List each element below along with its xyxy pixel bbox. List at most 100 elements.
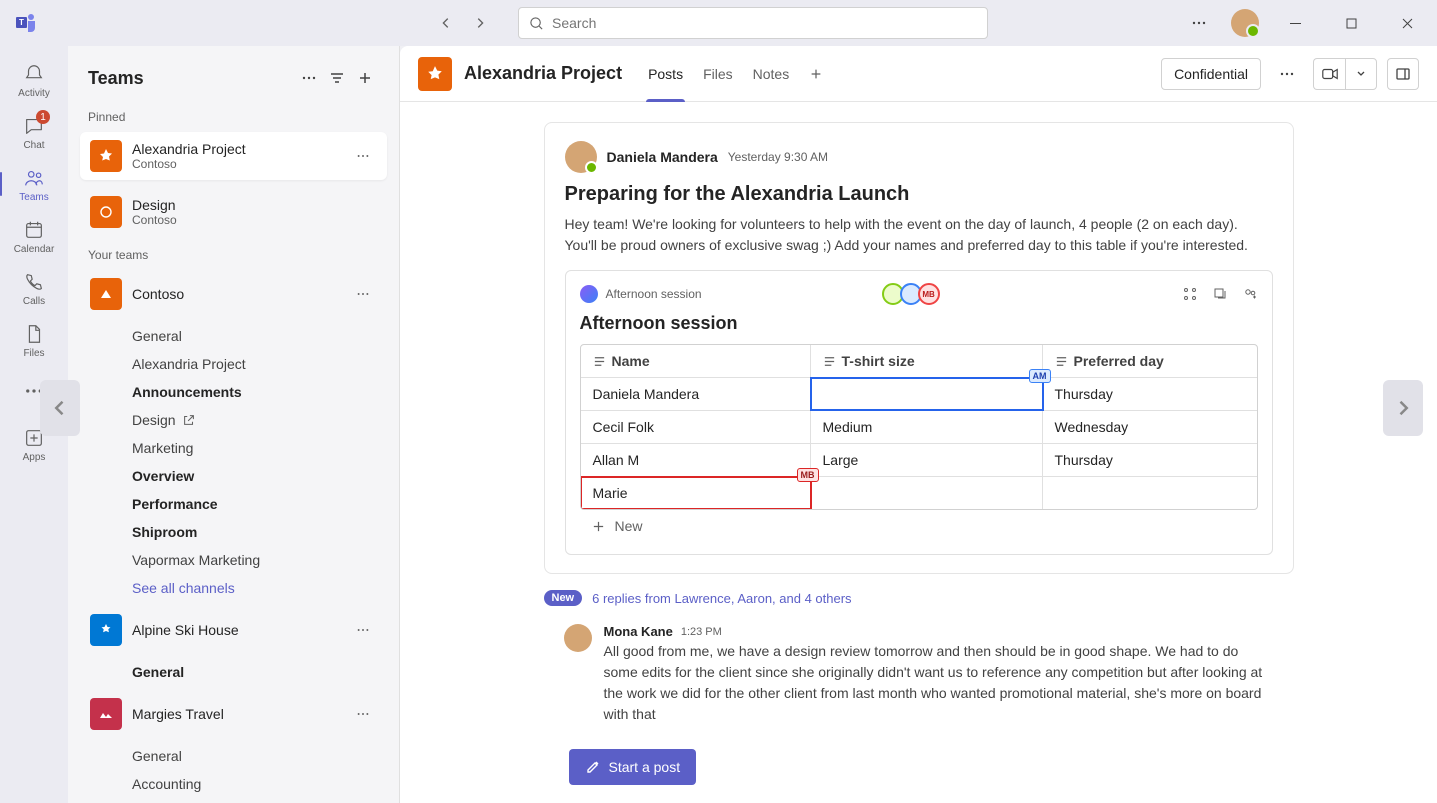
- forward-button[interactable]: [466, 9, 494, 37]
- table-row[interactable]: Daniela Mandera AM Thursday: [581, 378, 1257, 411]
- filter-button[interactable]: [323, 64, 351, 92]
- team-margies[interactable]: Margies Travel: [80, 690, 387, 738]
- presence-tag: MB: [797, 468, 819, 482]
- cell[interactable]: [811, 477, 1043, 509]
- presence-avatar[interactable]: MB: [918, 283, 940, 305]
- pinned-design[interactable]: DesignContoso: [80, 188, 387, 236]
- loop-table[interactable]: Name T-shirt size Preferred day Daniela …: [580, 344, 1258, 510]
- teams-sidebar: Teams Pinned Alexandria ProjectContoso D…: [68, 46, 400, 803]
- search-box[interactable]: [518, 7, 988, 39]
- rail-calls[interactable]: Calls: [6, 264, 62, 312]
- rail-files[interactable]: Files: [6, 316, 62, 364]
- prev-nav-button[interactable]: [40, 380, 80, 436]
- post-author-avatar[interactable]: [565, 141, 597, 173]
- search-input[interactable]: [552, 15, 977, 31]
- channel-marketing[interactable]: Marketing: [68, 434, 399, 462]
- panel-toggle-button[interactable]: [1387, 58, 1419, 90]
- cell-editing[interactable]: MarieMB: [581, 477, 811, 509]
- chat-badge: 1: [36, 110, 50, 124]
- tab-files[interactable]: Files: [693, 46, 743, 102]
- pinned-alexandria[interactable]: Alexandria ProjectContoso: [80, 132, 387, 180]
- maximize-button[interactable]: [1331, 7, 1371, 39]
- channel-general[interactable]: General: [68, 322, 399, 350]
- new-badge: New: [544, 590, 583, 606]
- loop-grid-icon[interactable]: [1182, 286, 1198, 302]
- rail-chat[interactable]: Chat1: [6, 108, 62, 156]
- user-avatar[interactable]: [1231, 9, 1259, 37]
- settings-more-button[interactable]: [1183, 7, 1215, 39]
- post-time: Yesterday 9:30 AM: [728, 150, 828, 164]
- tab-notes[interactable]: Notes: [743, 46, 800, 102]
- reply-avatar[interactable]: [564, 624, 592, 652]
- table-row[interactable]: MarieMB: [581, 477, 1257, 509]
- add-row-button[interactable]: New: [580, 510, 1258, 542]
- cell[interactable]: Allan M: [581, 444, 811, 476]
- minimize-button[interactable]: [1275, 7, 1315, 39]
- confidential-button[interactable]: Confidential: [1161, 58, 1261, 90]
- loop-component[interactable]: Afternoon session MB Afternoon session: [565, 270, 1273, 555]
- channel-design[interactable]: Design: [68, 406, 399, 434]
- rail-calendar[interactable]: Calendar: [6, 212, 62, 260]
- loop-title: Afternoon session: [580, 313, 1258, 334]
- loop-icon: [580, 285, 598, 303]
- compose-area: Start a post: [569, 749, 697, 785]
- cell[interactable]: Thursday: [1043, 378, 1257, 410]
- cell[interactable]: Wednesday: [1043, 411, 1257, 443]
- channel-alpine-general[interactable]: General: [68, 658, 399, 686]
- reply-author[interactable]: Mona Kane: [604, 624, 673, 639]
- cell[interactable]: Medium: [811, 411, 1043, 443]
- team-alpine[interactable]: Alpine Ski House: [80, 606, 387, 654]
- team-contoso[interactable]: Contoso: [80, 270, 387, 318]
- rail-label: Apps: [23, 452, 46, 463]
- pinned-section-label: Pinned: [68, 102, 399, 128]
- channel-header: Alexandria Project Posts Files Notes Con…: [400, 46, 1437, 102]
- cell[interactable]: Large: [811, 444, 1043, 476]
- loop-header-label: Afternoon session: [606, 287, 702, 301]
- channel-vapormax[interactable]: Vapormax Marketing: [68, 546, 399, 574]
- loop-share-icon[interactable]: [1242, 286, 1258, 302]
- thread-area: Daniela Mandera Yesterday 9:30 AM Prepar…: [400, 102, 1437, 803]
- compose-icon: [585, 759, 601, 775]
- cell[interactable]: [1043, 477, 1257, 509]
- loop-copy-icon[interactable]: [1212, 286, 1228, 302]
- meet-button[interactable]: [1313, 58, 1345, 90]
- back-button[interactable]: [432, 9, 460, 37]
- replies-summary[interactable]: 6 replies from Lawrence, Aaron, and 4 ot…: [592, 591, 851, 606]
- channel-margies-general[interactable]: General: [68, 742, 399, 770]
- channel-alexandria[interactable]: Alexandria Project: [68, 350, 399, 378]
- cell[interactable]: Cecil Folk: [581, 411, 811, 443]
- rail-teams[interactable]: Teams: [6, 160, 62, 208]
- pinned-name: Design: [132, 197, 377, 213]
- table-header-row: Name T-shirt size Preferred day: [581, 345, 1257, 378]
- add-tab-button[interactable]: [799, 46, 833, 102]
- create-team-button[interactable]: [351, 64, 379, 92]
- team-more[interactable]: [349, 616, 377, 644]
- table-row[interactable]: Cecil Folk Medium Wednesday: [581, 411, 1257, 444]
- channel-icon: [418, 57, 452, 91]
- channel-overview[interactable]: Overview: [68, 462, 399, 490]
- rail-activity[interactable]: Activity: [6, 56, 62, 104]
- post-author[interactable]: Daniela Mandera: [607, 149, 718, 165]
- channel-shiproom[interactable]: Shiproom: [68, 518, 399, 546]
- pinned-sub: Contoso: [132, 213, 377, 227]
- channel-more-button[interactable]: [1271, 58, 1303, 90]
- table-row[interactable]: Allan M Large Thursday: [581, 444, 1257, 477]
- team-icon: [90, 278, 122, 310]
- cell[interactable]: Daniela Mandera: [581, 378, 811, 410]
- tab-posts[interactable]: Posts: [638, 46, 693, 102]
- start-post-button[interactable]: Start a post: [569, 749, 697, 785]
- team-more[interactable]: [349, 280, 377, 308]
- cell-active[interactable]: AM: [811, 378, 1043, 410]
- pinned-item-more[interactable]: [349, 142, 377, 170]
- channel-margies-accounting[interactable]: Accounting: [68, 770, 399, 798]
- rail-label: Calls: [23, 296, 45, 307]
- cell[interactable]: Thursday: [1043, 444, 1257, 476]
- see-all-channels[interactable]: See all channels: [68, 574, 399, 602]
- meet-dropdown[interactable]: [1345, 58, 1377, 90]
- next-nav-button[interactable]: [1383, 380, 1423, 436]
- team-more[interactable]: [349, 700, 377, 728]
- sidebar-more-button[interactable]: [295, 64, 323, 92]
- close-button[interactable]: [1387, 7, 1427, 39]
- channel-announcements[interactable]: Announcements: [68, 378, 399, 406]
- channel-performance[interactable]: Performance: [68, 490, 399, 518]
